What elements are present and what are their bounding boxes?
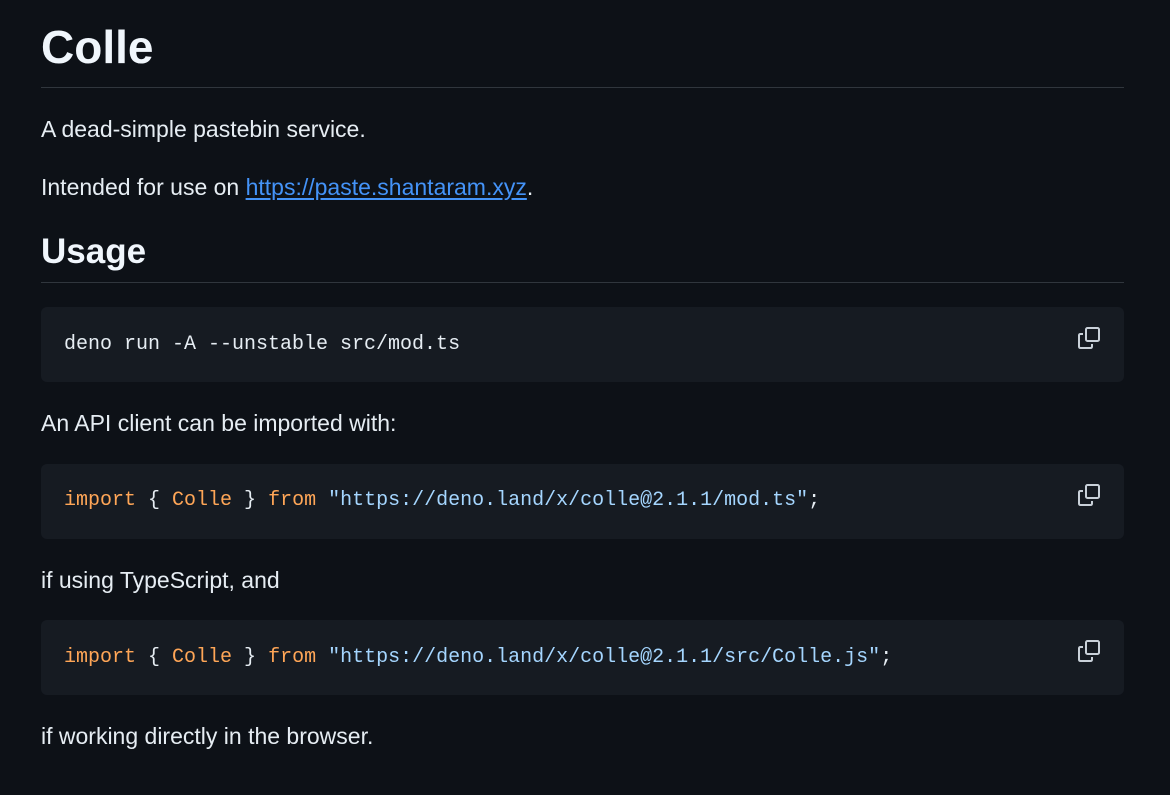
code-identifier: Colle bbox=[172, 645, 233, 669]
page-title: Colle bbox=[41, 0, 1124, 88]
intended-prefix: Intended for use on bbox=[41, 173, 246, 200]
code-import-js: import { Colle } from "https://deno.land… bbox=[64, 645, 893, 669]
intended-suffix: . bbox=[526, 173, 534, 200]
browser-text: if working directly in the browser. bbox=[41, 723, 374, 750]
code-string: "https://deno.land/x/colle@2.1.1/src/Col… bbox=[328, 645, 881, 669]
code-punctuation: { bbox=[136, 645, 173, 669]
code-punctuation: } bbox=[232, 489, 269, 513]
typescript-text: if using TypeScript, and bbox=[41, 566, 280, 593]
readme-content: Colle A dead-simple pastebin service. In… bbox=[41, 0, 1124, 751]
copy-icon bbox=[1078, 483, 1100, 506]
paste-site-link[interactable]: https://paste.shantaram.xyz bbox=[246, 174, 527, 200]
usage-heading: Usage bbox=[41, 234, 1124, 284]
code-block-run: deno run -A --unstable src/mod.ts bbox=[41, 307, 1124, 383]
api-client-text: An API client can be imported with: bbox=[41, 410, 397, 437]
code-identifier: Colle bbox=[172, 489, 233, 513]
code-punctuation: { bbox=[136, 489, 173, 513]
code-import-ts: import { Colle } from "https://deno.land… bbox=[64, 491, 820, 511]
code-block-import-ts: import { Colle } from "https://deno.land… bbox=[41, 463, 1124, 539]
code-keyword: import bbox=[64, 645, 137, 669]
code-semicolon: ; bbox=[880, 645, 893, 669]
code-keyword: from bbox=[268, 489, 317, 513]
code-keyword: import bbox=[64, 489, 137, 513]
copy-icon bbox=[1078, 640, 1100, 663]
code-string: "https://deno.land/x/colle@2.1.1/mod.ts" bbox=[328, 489, 809, 513]
code-run-command: deno run -A --unstable src/mod.ts bbox=[64, 332, 461, 356]
description-text: A dead-simple pastebin service. bbox=[41, 116, 366, 142]
copy-button[interactable] bbox=[1076, 482, 1102, 508]
copy-icon bbox=[1078, 327, 1100, 350]
code-keyword: from bbox=[268, 645, 317, 669]
code-semicolon: ; bbox=[808, 489, 821, 513]
intended-use-text: Intended for use on https://paste.shanta… bbox=[41, 174, 1124, 202]
code-punctuation: } bbox=[232, 645, 269, 669]
copy-button[interactable] bbox=[1076, 325, 1102, 351]
code-block-import-js: import { Colle } from "https://deno.land… bbox=[41, 620, 1124, 696]
copy-button[interactable] bbox=[1076, 638, 1102, 664]
